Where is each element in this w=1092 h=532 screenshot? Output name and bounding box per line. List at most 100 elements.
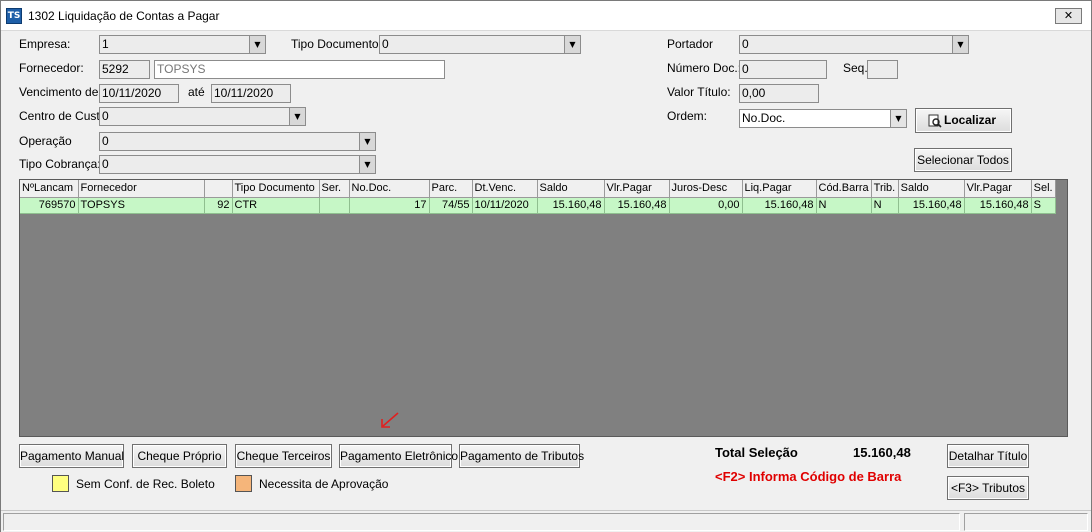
pagamento-eletronico-button[interactable]: Pagamento Eletrônico (339, 444, 458, 468)
grid-header-cell[interactable]: Dt.Venc. (472, 180, 538, 198)
table-cell: 74/55 (429, 197, 473, 214)
ordem-select[interactable]: No.Doc. ▼ (739, 109, 907, 128)
table-cell: 15.160,48 (537, 197, 605, 214)
pagamento-tributos-button[interactable]: Pagamento de Tributos (459, 444, 584, 468)
ordem-label: Ordem: (667, 109, 708, 123)
cheque-terceiros-button[interactable]: Cheque Terceiros (235, 444, 332, 468)
total-selecao-value: 15.160,48 (853, 445, 911, 460)
legend-sem-conf-label: Sem Conf. de Rec. Boleto (76, 477, 215, 491)
grid-header-cell[interactable]: Ser. (319, 180, 350, 198)
table-cell: N (816, 197, 872, 214)
table-cell: 10/11/2020 (472, 197, 538, 214)
ate-label: até (188, 85, 205, 99)
grid-header-row: NºLancam Fornecedor Tipo Documento Ser. No.D… (20, 180, 1056, 198)
window-title: 1302 Liquidação de Contas a Pagar (28, 9, 220, 23)
table-cell: N (871, 197, 899, 214)
ordem-value: No.Doc. (742, 111, 786, 125)
fornecedor-code-field[interactable]: 5292 (99, 60, 150, 79)
legend-necessita-swatch (235, 475, 252, 492)
portador-label: Portador (667, 37, 714, 51)
empresa-label: Empresa: (19, 37, 71, 51)
empresa-select[interactable]: 1 ▼ (99, 35, 266, 54)
chevron-down-icon[interactable]: ▼ (890, 110, 906, 127)
centro-custo-select[interactable]: 0 ▼ (99, 107, 306, 126)
vencimento-from-field[interactable]: 10/11/2020 (99, 84, 179, 103)
grid-header-cell[interactable]: Sel. (1031, 180, 1056, 198)
chevron-down-icon[interactable]: ▼ (359, 133, 375, 150)
tipo-documento-value: 0 (382, 37, 389, 51)
portador-select[interactable]: 0 ▼ (739, 35, 969, 54)
grid-header-cell[interactable]: Cód.Barra (816, 180, 872, 198)
status-pane-secondary (964, 513, 1088, 531)
table-cell: 92 (204, 197, 233, 214)
valor-titulo-label: Valor Título: (667, 85, 731, 99)
chevron-down-icon[interactable]: ▼ (564, 36, 580, 53)
table-cell: 15.160,48 (898, 197, 965, 214)
cheque-proprio-button[interactable]: Cheque Próprio (132, 444, 227, 468)
main-window: TS 1302 Liquidação de Contas a Pagar ✕ E… (0, 0, 1092, 532)
close-button[interactable]: ✕ (1055, 8, 1082, 24)
seq-field[interactable] (867, 60, 898, 79)
grid-header-cell[interactable]: NºLancam (20, 180, 79, 198)
chevron-down-icon[interactable]: ▼ (249, 36, 265, 53)
table-cell: 17 (349, 197, 430, 214)
grid-header-cell[interactable]: Vlr.Pagar (964, 180, 1032, 198)
grid-header-cell[interactable]: Trib. (871, 180, 899, 198)
search-document-icon (928, 114, 942, 128)
tipo-cobranca-value: 0 (102, 157, 109, 171)
grid-header-cell[interactable]: Vlr.Pagar (604, 180, 670, 198)
grid-header-cell[interactable]: Liq.Pagar (742, 180, 817, 198)
grid-header-cell[interactable] (204, 180, 233, 198)
portador-value: 0 (742, 37, 749, 51)
table-cell: CTR (232, 197, 320, 214)
table-row[interactable]: 769570 TOPSYS 92 CTR 17 74/55 10/11/2020 15.160… (20, 197, 1056, 214)
tipo-documento-label: Tipo Documento (291, 37, 379, 51)
vencimento-to-field[interactable]: 10/11/2020 (211, 84, 291, 103)
chevron-down-icon[interactable]: ▼ (289, 108, 305, 125)
f2-hint: <F2> Informa Código de Barra (715, 469, 902, 484)
selecionar-todos-button[interactable]: Selecionar Todos (914, 148, 1012, 172)
table-cell: S (1031, 197, 1056, 214)
chevron-down-icon[interactable]: ▼ (359, 156, 375, 173)
valor-titulo-field[interactable]: 0,00 (739, 84, 819, 103)
total-selecao-label: Total Seleção (715, 445, 798, 460)
tipo-documento-select[interactable]: 0 ▼ (379, 35, 581, 54)
numero-doc-field[interactable]: 0 (739, 60, 827, 79)
operacao-select[interactable]: 0 ▼ (99, 132, 376, 151)
seq-label: Seq. (843, 61, 868, 75)
table-cell: 15.160,48 (964, 197, 1032, 214)
f3-tributos-button[interactable]: <F3> Tributos (947, 476, 1029, 500)
grid-header-cell[interactable]: Tipo Documento (232, 180, 320, 198)
localizar-label: Localizar (944, 113, 997, 127)
grid-header-cell[interactable]: Saldo (898, 180, 965, 198)
operacao-value: 0 (102, 134, 109, 148)
chevron-down-icon[interactable]: ▼ (952, 36, 968, 53)
localizar-button[interactable]: Localizar (915, 108, 1012, 133)
grid-header-cell[interactable]: Saldo (537, 180, 605, 198)
annotation-arrow-icon (381, 412, 399, 428)
vencimento-label: Vencimento de: (19, 85, 102, 99)
fornecedor-name-field[interactable]: TOPSYS (154, 60, 445, 79)
pagamento-manual-button[interactable]: Pagamento Manual (19, 444, 124, 468)
grid-header-cell[interactable]: Parc. (429, 180, 473, 198)
table-cell: 15.160,48 (742, 197, 817, 214)
grid-header-cell[interactable]: Fornecedor (78, 180, 205, 198)
tipo-cobranca-label: Tipo Cobrança: (19, 157, 101, 171)
empresa-value: 1 (102, 37, 109, 51)
table-cell: 769570 (20, 197, 79, 214)
table-cell: 15.160,48 (604, 197, 670, 214)
title-bar: TS 1302 Liquidação de Contas a Pagar ✕ (1, 1, 1091, 31)
table-cell: 0,00 (669, 197, 743, 214)
grid-header-cell[interactable]: Juros-Desc (669, 180, 743, 198)
contas-grid[interactable]: NºLancam Fornecedor Tipo Documento Ser. No.D… (19, 179, 1068, 437)
table-cell: TOPSYS (78, 197, 205, 214)
numero-doc-label: Número Doc.: (667, 61, 742, 75)
tipo-cobranca-select[interactable]: 0 ▼ (99, 155, 376, 174)
status-bar (1, 510, 1091, 532)
centro-custo-value: 0 (102, 109, 109, 123)
grid-header-cell[interactable]: No.Doc. (349, 180, 430, 198)
detalhar-titulo-button[interactable]: Detalhar Título (947, 444, 1029, 468)
table-cell (319, 197, 350, 214)
contas-table: NºLancam Fornecedor Tipo Documento Ser. No.D… (20, 180, 1056, 214)
status-pane-main (3, 513, 960, 531)
